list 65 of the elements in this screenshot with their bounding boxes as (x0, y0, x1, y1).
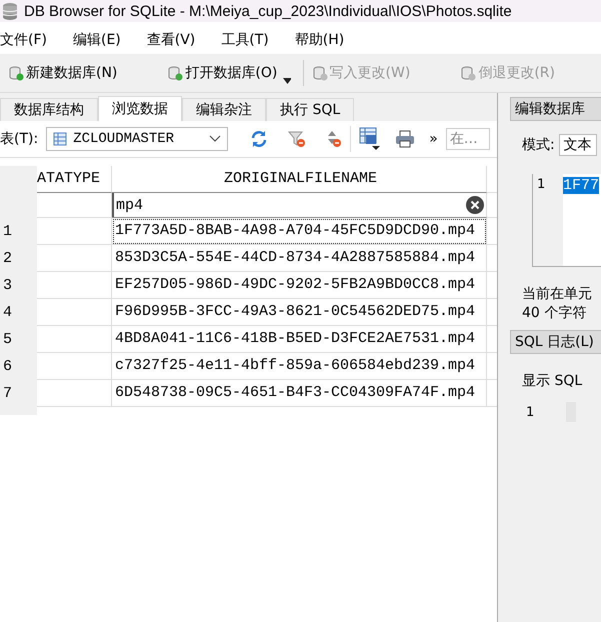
caret-icon[interactable] (283, 78, 291, 84)
database-icon (460, 65, 476, 81)
tab[interactable]: 数据库结构 (0, 98, 98, 121)
table-cell[interactable]: F96D995B-3FCC-49A3-8621-0C54562DED75.mp4 (112, 299, 487, 326)
table-dropdown[interactable]: ZCLOUDMASTER (46, 127, 228, 151)
panel-title: SQL 日志(L) (510, 330, 601, 354)
menu-item[interactable]: 工具(T) (221, 31, 269, 49)
table-icon (53, 132, 68, 146)
chevron-down-icon[interactable] (209, 135, 222, 143)
menu-item[interactable]: 查看(V) (146, 31, 196, 49)
table-cell[interactable] (37, 299, 112, 326)
panel-title: 编辑数据库 (510, 97, 601, 121)
column-header[interactable]: ATATYPE (37, 166, 112, 193)
print-icon[interactable] (395, 130, 416, 148)
line-number: 1 (526, 405, 534, 420)
table-cell[interactable]: 4BD8A041-11C6-418B-B5ED-D3FCE2AE7531.mp4 (112, 326, 487, 353)
table-cell[interactable]: c7327f25-4e11-4bff-859a-606584ebd239.mp4 (112, 353, 487, 380)
toolbar-button[interactable]: 打开数据库(O) (163, 62, 282, 84)
database-icon (312, 65, 328, 81)
mode-dropdown[interactable]: 文本 (558, 134, 597, 156)
row-number: 6 (0, 353, 37, 380)
window-title: DB Browser for SQLite - M:\Meiya_cup_2023\Individual\IOS\Photos.sqlite (24, 2, 512, 20)
row-number: 4 (0, 299, 37, 326)
tab[interactable]: 执行 SQL (266, 98, 354, 121)
database-icon (167, 65, 184, 81)
show-label: 显示 SQL (522, 372, 584, 390)
table-cell[interactable]: EF257D05-986D-49DC-9202-5FB2A9BD0CC8.mp4 (112, 272, 487, 299)
clear-sort-icon[interactable] (326, 130, 342, 148)
corner-header (0, 166, 37, 193)
cell-info-text: 当前在单元 (522, 285, 593, 304)
mode-label: 模式: (522, 136, 555, 154)
cell-value-text: 1F77 (563, 177, 600, 194)
tab[interactable]: 浏览数据 (98, 96, 182, 121)
table-cell[interactable] (37, 272, 112, 299)
table-cell[interactable]: 1F773A5D-8BAB-4A98-A704-45FC5D9DCD90.mp4 (112, 218, 487, 245)
table-cell[interactable] (37, 326, 112, 353)
row-number: 3 (0, 272, 37, 299)
database-icon (8, 65, 24, 81)
row-number: 1 (0, 218, 37, 245)
filter-field[interactable] (37, 193, 112, 218)
tab[interactable]: 编辑杂注 (182, 98, 266, 121)
table-cell[interactable] (37, 218, 112, 245)
row-number: 2 (0, 245, 37, 272)
table-label: 表(T): (0, 130, 38, 148)
table-cell[interactable] (37, 380, 112, 407)
row-header (0, 407, 37, 415)
overflow-chevron[interactable]: » (429, 131, 438, 147)
line-number: 1 (537, 177, 546, 192)
clear-filter-icon[interactable] (288, 130, 306, 148)
row-number: 7 (0, 380, 37, 407)
table-cell[interactable] (37, 245, 112, 272)
search-field[interactable]: 在… (446, 128, 490, 150)
column-header[interactable]: ZORIGINALFILENAME (112, 166, 487, 193)
refresh-icon[interactable] (250, 130, 268, 148)
table-cell[interactable]: 6D548738-09C5-4651-B4F3-CC04309FA74F.mp4 (112, 380, 487, 407)
menu-item[interactable]: 帮助(H) (294, 31, 344, 49)
table-cell[interactable] (37, 353, 112, 380)
clear-icon[interactable] (466, 196, 484, 214)
char-count: 40 个字符 (522, 304, 588, 322)
save-table-icon[interactable] (359, 127, 382, 151)
table-cell[interactable]: 853D3C5A-554E-44CD-8734-4A2887585884.mp4 (112, 245, 487, 272)
menu-item[interactable]: 文件(F) (0, 31, 47, 49)
menu-item[interactable]: 编辑(E) (72, 31, 121, 49)
row-number: 5 (0, 326, 37, 353)
toolbar-button[interactable]: 新建数据库(N) (4, 62, 122, 84)
